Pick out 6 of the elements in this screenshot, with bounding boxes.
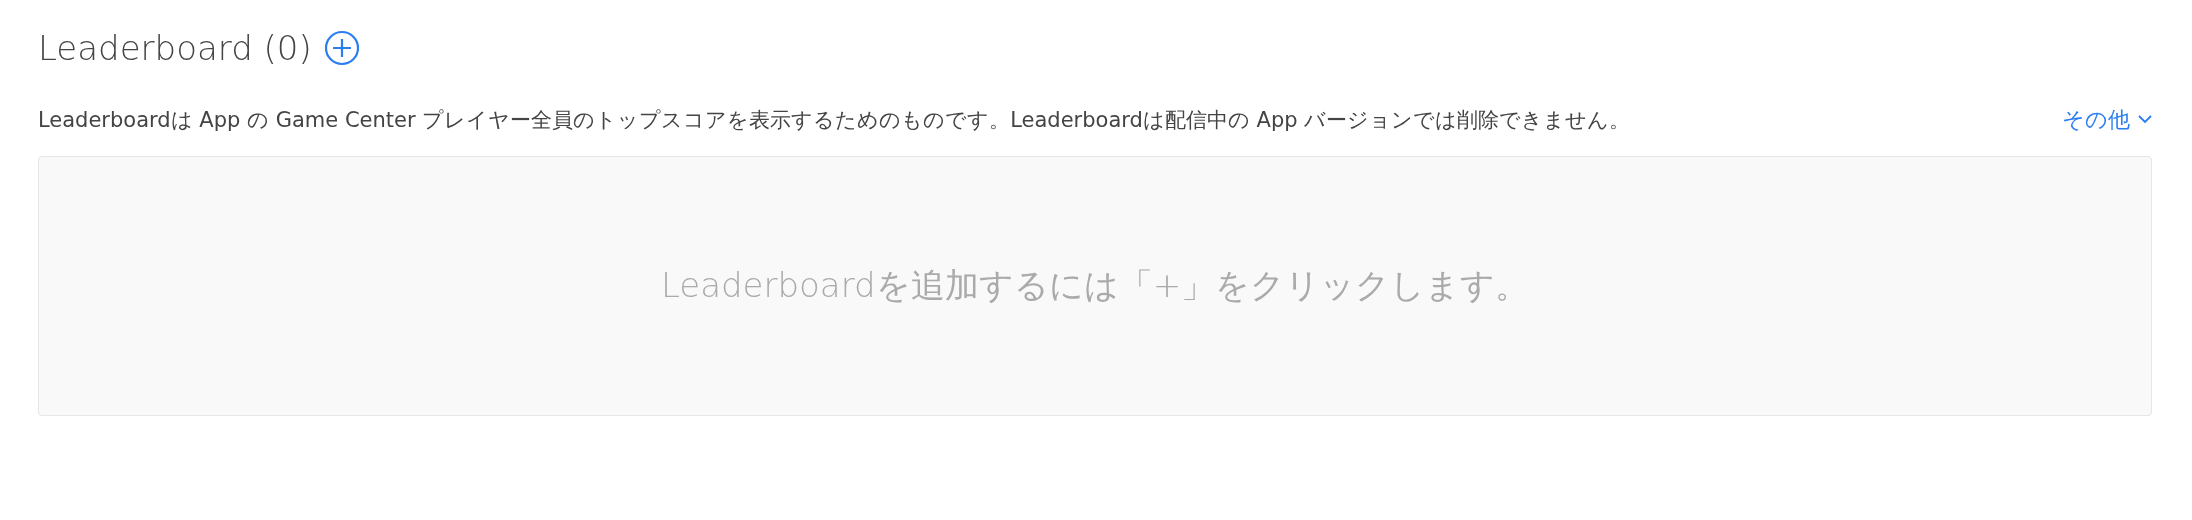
description-text: Leaderboardは App の Game Center プレイヤー全員のトップスコアを表示するためのものです。Leaderboardは配信中の App バージョンでは削除できません。 [38, 106, 1632, 134]
more-link[interactable]: その他 [2062, 102, 2152, 136]
chevron-down-icon [2138, 114, 2152, 124]
add-icon[interactable] [323, 30, 360, 67]
section-title: Leaderboard (0) [38, 28, 312, 69]
empty-message: Leaderboardを追加するには「+」をクリックします。 [660, 264, 1530, 308]
